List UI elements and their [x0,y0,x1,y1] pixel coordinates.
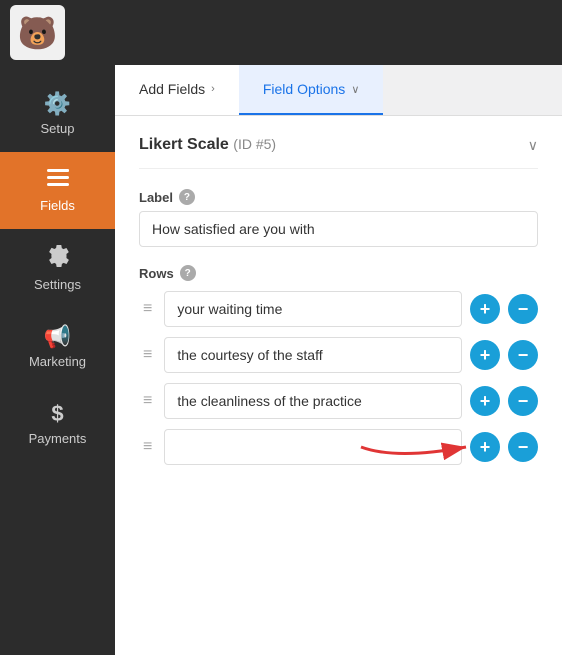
sidebar-label-fields: Fields [40,198,75,213]
tab-field-options-chevron: ∨ [351,83,359,96]
content-area: Add Fields › Field Options ∨ Likert Scal… [115,65,562,655]
sidebar: ⚙️ Setup Fields Settings [0,65,115,655]
row-remove-btn-2[interactable]: − [508,340,538,370]
drag-handle-3[interactable]: ≡ [139,390,156,412]
row-item-2: ≡ + − [139,337,538,373]
sidebar-label-marketing: Marketing [29,354,86,369]
sidebar-item-settings[interactable]: Settings [0,229,115,308]
tab-field-options-label: Field Options [263,81,345,97]
row-input-4[interactable] [164,429,462,465]
sidebar-item-marketing[interactable]: 📢 Marketing [0,308,115,385]
field-id: (ID #5) [233,136,276,152]
row-add-btn-1[interactable]: + [470,294,500,324]
setup-icon: ⚙️ [44,91,71,117]
rows-label: Rows ? [139,265,538,281]
field-header: Likert Scale (ID #5) ∨ [139,136,538,169]
row-add-btn-3[interactable]: + [470,386,500,416]
row-remove-btn-3[interactable]: − [508,386,538,416]
label-field-group: Label ? [139,189,538,247]
tab-add-fields-label: Add Fields [139,81,205,97]
marketing-icon: 📢 [44,324,71,350]
bear-logo-icon: 🐻 [18,14,58,52]
field-collapse-chevron[interactable]: ∨ [528,137,538,154]
rows-help-icon[interactable]: ? [180,265,196,281]
row-input-2[interactable] [164,337,462,373]
sidebar-label-payments: Payments [29,431,87,446]
sidebar-item-fields[interactable]: Fields [0,152,115,229]
row-item-4: ≡ + − [139,429,538,465]
label-field-label: Label ? [139,189,538,205]
row-add-btn-2[interactable]: + [470,340,500,370]
sidebar-item-payments[interactable]: $ Payments [0,385,115,462]
sidebar-label-settings: Settings [34,277,81,292]
label-help-icon[interactable]: ? [179,189,195,205]
form-panel: Likert Scale (ID #5) ∨ Label ? Rows ? [115,116,562,655]
payments-icon: $ [51,401,63,427]
row-item-1: ≡ + − [139,291,538,327]
row-input-1[interactable] [164,291,462,327]
rows-group: Rows ? ≡ + − ≡ + − [139,265,538,465]
row-remove-btn-4[interactable]: − [508,432,538,462]
row-input-3[interactable] [164,383,462,419]
row-item-3: ≡ + − [139,383,538,419]
tab-add-fields-chevron: › [211,83,215,95]
tab-add-fields[interactable]: Add Fields › [115,65,239,115]
sidebar-item-setup[interactable]: ⚙️ Setup [0,75,115,152]
row-remove-btn-1[interactable]: − [508,294,538,324]
sidebar-label-setup: Setup [41,121,75,136]
field-title: Likert Scale (ID #5) [139,136,276,154]
settings-icon [47,245,69,273]
tab-field-options[interactable]: Field Options ∨ [239,65,384,115]
row-add-btn-4[interactable]: + [470,432,500,462]
drag-handle-1[interactable]: ≡ [139,298,156,320]
drag-handle-4[interactable]: ≡ [139,436,156,458]
fields-icon [47,168,69,194]
tabs-bar: Add Fields › Field Options ∨ [115,65,562,116]
app-header: 🐻 [0,0,562,65]
label-input[interactable] [139,211,538,247]
main-layout: ⚙️ Setup Fields Settings [0,65,562,655]
logo: 🐻 [10,5,65,60]
drag-handle-2[interactable]: ≡ [139,344,156,366]
